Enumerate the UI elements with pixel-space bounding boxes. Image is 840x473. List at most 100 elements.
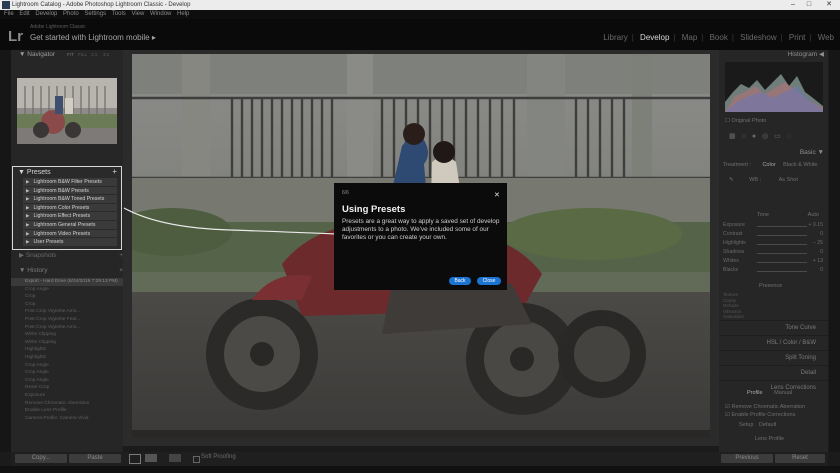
navigator-preview[interactable] xyxy=(17,78,117,144)
basic-header[interactable]: Basic ▼ xyxy=(800,148,824,158)
history-item[interactable]: White Clipping xyxy=(11,339,123,347)
history-item[interactable]: Crop Angle xyxy=(11,377,123,385)
filmstrip-toggle[interactable] xyxy=(0,466,840,473)
preset-folder[interactable]: ▶ Lightroom B&W Filter Presets xyxy=(23,178,117,187)
develop-slider[interactable]: Contrast 0 xyxy=(723,231,823,240)
compare-icon[interactable] xyxy=(169,454,181,462)
preset-folder[interactable]: ▶ Lightroom B&W Toned Presets xyxy=(23,195,117,204)
zoom-fit[interactable]: FIT xyxy=(67,50,74,60)
slider-track[interactable] xyxy=(757,226,807,227)
lens-tab-manual[interactable]: Manual xyxy=(774,390,792,396)
history-item[interactable]: White Clipping xyxy=(11,331,123,339)
close-button[interactable]: Close xyxy=(477,277,501,285)
develop-slider[interactable]: Blacks 0 xyxy=(723,267,823,276)
eyedropper-icon[interactable]: ✎ xyxy=(729,177,734,183)
history-item[interactable]: Highlights xyxy=(11,354,123,362)
history-item[interactable]: Crop Angle xyxy=(11,369,123,377)
develop-slider[interactable]: Highlights − 25 xyxy=(723,240,823,249)
lens-check-profile[interactable]: ☑ Enable Profile Corrections xyxy=(725,412,795,418)
module-slideshow[interactable]: Slideshow xyxy=(740,33,776,42)
menu-edit[interactable]: Edit xyxy=(19,11,29,17)
menu-develop[interactable]: Develop xyxy=(35,11,57,17)
history-item[interactable]: Camera Profile: Camera Vivid xyxy=(11,415,123,423)
module-book[interactable]: Book xyxy=(710,33,728,42)
menu-file[interactable]: File xyxy=(4,11,14,17)
previous-button[interactable]: Previous xyxy=(721,454,773,463)
history-item[interactable]: Post-Crop Vignette Amo... xyxy=(11,308,123,316)
preset-folder[interactable]: ▶ Lightroom Effect Presets xyxy=(23,212,117,221)
panel-section-header[interactable]: HSL / Color / B&W xyxy=(719,335,828,350)
slider-track[interactable] xyxy=(757,262,807,263)
presence-slider[interactable]: Saturation xyxy=(723,314,823,320)
treatment-bw[interactable]: Black & White xyxy=(783,162,817,168)
reset-button[interactable]: Reset xyxy=(775,454,825,463)
history-header[interactable]: ▼ History × xyxy=(11,266,123,276)
module-web[interactable]: Web xyxy=(818,33,834,42)
zoom-fill[interactable]: FILL xyxy=(78,50,87,60)
history-item[interactable]: Crop Angle xyxy=(11,286,123,294)
develop-slider[interactable]: Exposure + 0.15 xyxy=(723,222,823,231)
module-map[interactable]: Map xyxy=(682,33,698,42)
before-after-icon[interactable] xyxy=(145,454,157,462)
slider-value[interactable]: 0 xyxy=(820,249,823,255)
history-item[interactable]: Crop xyxy=(11,293,123,301)
menu-view[interactable]: View xyxy=(131,11,144,17)
snapshots-header[interactable]: ▶ Snapshots + xyxy=(11,251,123,261)
lens-tab-profile[interactable]: Profile xyxy=(747,390,763,396)
slider-track[interactable] xyxy=(757,253,807,254)
slider-value[interactable]: + 13 xyxy=(813,258,823,264)
maximize-button[interactable]: □ xyxy=(802,0,816,10)
module-develop[interactable]: Develop xyxy=(640,33,669,42)
presets-header[interactable]: ▼ Presets xyxy=(13,167,121,178)
slider-value[interactable]: + 0.15 xyxy=(808,222,823,228)
tool-icons[interactable]: ▦○●◎▭◌ xyxy=(729,133,797,140)
zoom-1-1[interactable]: 1:1 xyxy=(91,50,97,60)
soft-proofing-checkbox[interactable] xyxy=(193,456,200,463)
left-panel-toggle[interactable] xyxy=(0,50,11,452)
menu-help[interactable]: Help xyxy=(177,11,189,17)
history-item[interactable]: Post-Crop Vignette Feat... xyxy=(11,316,123,324)
history-item[interactable]: Reset Crop xyxy=(11,384,123,392)
panel-section-header[interactable]: Split Toning xyxy=(719,350,828,365)
slider-value[interactable]: 0 xyxy=(820,267,823,273)
right-panel-toggle[interactable] xyxy=(829,50,840,452)
panel-section-header[interactable]: Detail xyxy=(719,365,828,380)
back-button[interactable]: Back xyxy=(449,277,471,285)
preset-folder[interactable]: ▶ Lightroom General Presets xyxy=(23,220,117,230)
menu-photo[interactable]: Photo xyxy=(63,11,79,17)
panel-section-header[interactable]: Tone Curve xyxy=(719,320,828,335)
wb-value[interactable]: As Shot xyxy=(779,177,798,183)
preset-folder[interactable]: ▶ Lightroom Video Presets xyxy=(23,229,117,239)
slider-value[interactable]: 0 xyxy=(820,231,823,237)
copy-button[interactable]: Copy... xyxy=(15,454,67,463)
history-item[interactable]: Highlights xyxy=(11,346,123,354)
close-window-button[interactable]: ✕ xyxy=(822,0,836,10)
histogram-header[interactable]: Histogram ◀ xyxy=(788,50,824,60)
original-photo-checkbox[interactable]: ☐ Original Photo xyxy=(725,118,766,124)
treatment-color[interactable]: Color xyxy=(762,162,775,168)
loupe-view-icon[interactable] xyxy=(129,454,141,464)
module-print[interactable]: Print xyxy=(789,33,805,42)
history-item[interactable]: Crop Angle xyxy=(11,362,123,370)
slider-track[interactable] xyxy=(757,235,807,236)
get-started-link[interactable]: Get started with Lightroom mobile ▸ xyxy=(30,33,156,42)
preset-folder[interactable]: ▶ User Presets xyxy=(23,238,117,247)
history-item[interactable]: Post-Crop Vignette Amo... xyxy=(11,324,123,332)
module-library[interactable]: Library xyxy=(603,33,627,42)
menu-tools[interactable]: Tools xyxy=(112,11,126,17)
develop-slider[interactable]: Whites + 13 xyxy=(723,258,823,267)
slider-track[interactable] xyxy=(757,244,807,245)
history-item[interactable]: Exposure xyxy=(11,392,123,400)
preset-folder[interactable]: ▶ Lightroom Color Presets xyxy=(23,203,117,213)
close-icon[interactable]: ✕ xyxy=(494,191,500,199)
preset-folder[interactable]: ▶ Lightroom B&W Presets xyxy=(23,186,117,196)
history-item[interactable]: Export - Hard Drive (6/24/2019 7:29:13 P… xyxy=(11,278,123,286)
zoom-3-1[interactable]: 3:1 xyxy=(103,50,109,60)
history-item[interactable]: Enable Lens Profile xyxy=(11,407,123,415)
minimize-button[interactable]: – xyxy=(786,0,800,10)
lens-check-ca[interactable]: ☑ Remove Chromatic Aberration xyxy=(725,404,805,410)
auto-tone-button[interactable]: Auto xyxy=(808,212,819,218)
menu-settings[interactable]: Settings xyxy=(84,11,106,17)
history-item[interactable]: Remove Chromatic Aberration xyxy=(11,400,123,408)
slider-value[interactable]: − 25 xyxy=(813,240,823,246)
